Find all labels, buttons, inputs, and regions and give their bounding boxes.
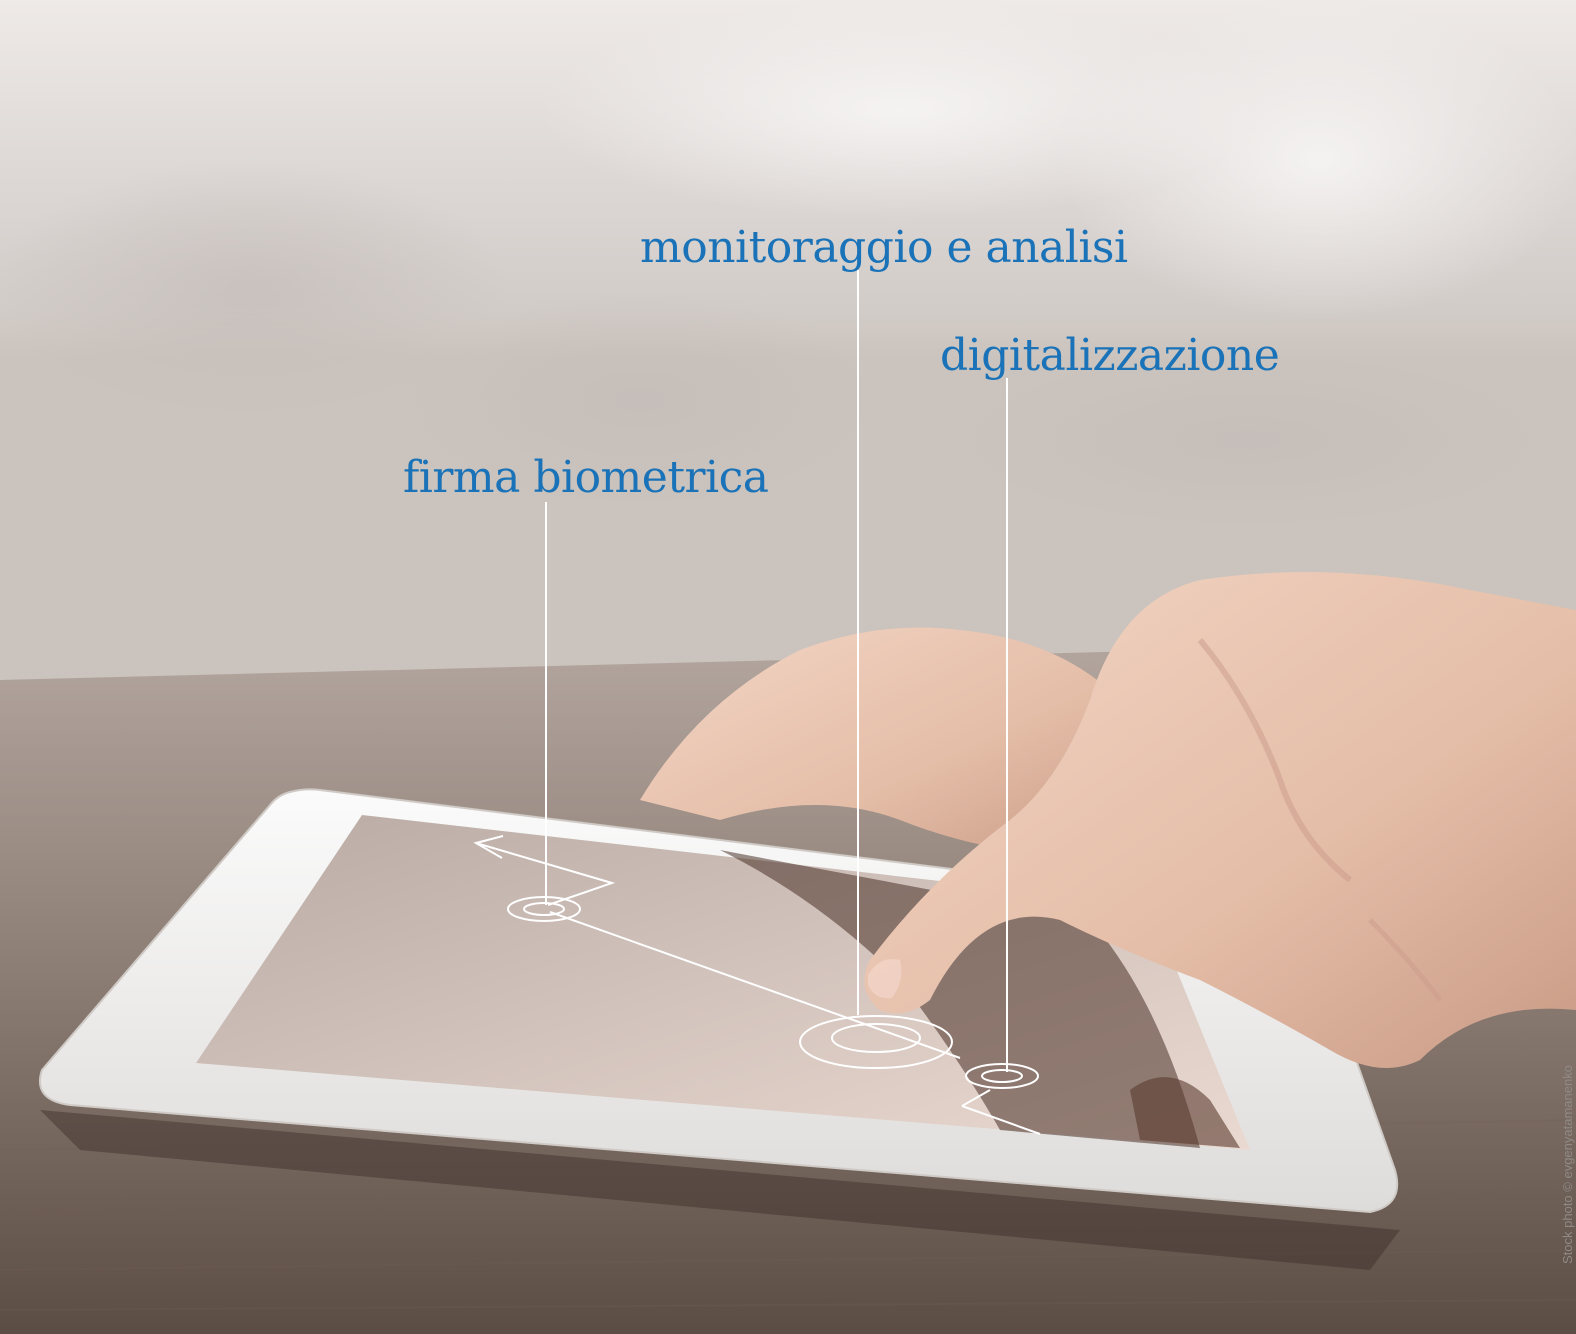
label-monitoraggio-e-analisi: monitoraggio e analisi bbox=[640, 222, 1128, 273]
photo-scene: monitoraggio e analisi digitalizzazione … bbox=[0, 0, 1576, 1334]
photo-credit: Stock photo © evgenyatamanenko bbox=[1560, 1065, 1575, 1264]
label-digitalizzazione: digitalizzazione bbox=[940, 330, 1280, 381]
label-firma-biometrica: firma biometrica bbox=[403, 452, 769, 503]
tablet-hand-photo bbox=[0, 0, 1576, 1334]
